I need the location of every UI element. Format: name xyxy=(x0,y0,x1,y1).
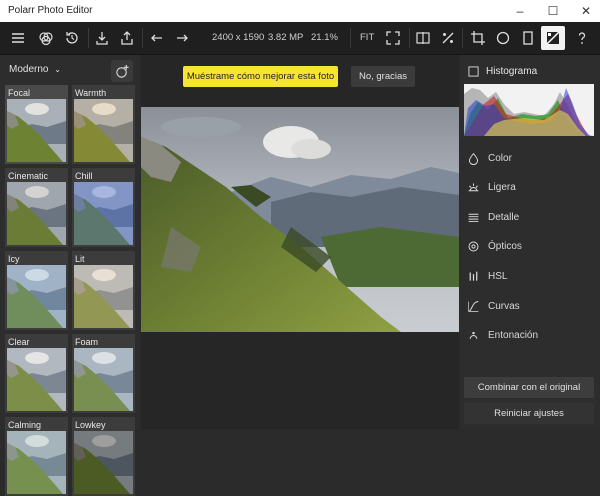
preset-preview-image xyxy=(74,99,133,162)
preset-label: Chill xyxy=(75,171,93,181)
zoom-level: 21.1% xyxy=(311,32,338,43)
toolbar-separator xyxy=(142,28,143,48)
title-bar: Polarr Photo Editor – ☐ ✕ xyxy=(0,0,600,22)
preset-label: Clear xyxy=(8,337,30,347)
share-icon[interactable] xyxy=(115,26,139,50)
fullscreen-icon[interactable] xyxy=(381,26,405,50)
improve-photo-button[interactable]: Muéstrame cómo mejorar esta foto xyxy=(183,66,338,87)
adjustment-ligera[interactable]: Ligera xyxy=(466,179,596,197)
circle-mask-icon[interactable] xyxy=(491,26,515,50)
toolbar: 2400 x 1590 3.82 MP 21.1% FIT xyxy=(0,22,600,55)
preset-preview-image xyxy=(7,182,66,245)
adjustment-entonacion[interactable]: Entonación xyxy=(466,327,596,345)
undo-icon[interactable] xyxy=(145,26,169,50)
toolbar-separator xyxy=(88,28,89,48)
preset-thumb-focal[interactable]: Focal xyxy=(5,85,68,164)
redo-icon[interactable] xyxy=(170,26,194,50)
close-button[interactable]: ✕ xyxy=(566,0,600,22)
preset-thumb-warmth[interactable]: Warmth xyxy=(72,85,135,164)
dismiss-hint-button[interactable]: No, gracias xyxy=(351,66,415,87)
preset-thumb-foam[interactable]: Foam xyxy=(72,334,135,413)
adjustment-label: Ligera xyxy=(488,182,516,194)
histogram-chart xyxy=(464,84,594,136)
preset-label: Foam xyxy=(75,337,99,347)
preset-thumb-cinematic[interactable]: Cinematic xyxy=(5,168,68,247)
preset-thumb-icy[interactable]: Icy xyxy=(5,251,68,330)
bars-icon xyxy=(466,269,480,283)
preset-group-dropdown[interactable]: Moderno ⌄ xyxy=(9,64,61,75)
adjustment-label: Color xyxy=(488,152,512,164)
histogram-icon xyxy=(468,66,479,80)
adjustment-label: Curvas xyxy=(488,300,520,312)
adjustment-opticos[interactable]: Ópticos xyxy=(466,238,596,256)
toolbar-separator xyxy=(409,28,410,48)
adjustments-panel: Histograma Color Ligera Detalle Ópticos HSL C… xyxy=(460,55,600,429)
preset-preview-image xyxy=(7,99,66,162)
adjustment-color[interactable]: Color xyxy=(466,149,596,167)
preset-thumb-clear[interactable]: Clear xyxy=(5,334,68,413)
adjustment-curvas[interactable]: Curvas xyxy=(466,297,596,315)
preset-preview-image xyxy=(74,182,133,245)
adjustment-label: HSL xyxy=(488,270,508,282)
preset-preview-image xyxy=(7,265,66,328)
compare-icon[interactable] xyxy=(411,26,435,50)
adjustment-label: Entonación xyxy=(488,330,539,342)
layers-icon[interactable] xyxy=(34,26,58,50)
preset-label: Lit xyxy=(75,254,85,264)
filters-icon[interactable] xyxy=(541,26,565,50)
preset-label: Cinematic xyxy=(8,171,49,181)
preset-thumb-chill[interactable]: Chill xyxy=(72,168,135,247)
chevron-down-icon: ⌄ xyxy=(54,65,61,74)
add-preset-icon xyxy=(115,64,129,78)
preset-label: Icy xyxy=(8,254,20,264)
sunrise-icon xyxy=(466,181,480,195)
preset-preview-image xyxy=(74,431,133,494)
photo-canvas[interactable] xyxy=(141,107,459,332)
lens-icon xyxy=(466,240,480,254)
preset-preview-image xyxy=(74,348,133,411)
adjustment-hsl[interactable]: HSL xyxy=(466,267,596,285)
adjustment-detalle[interactable]: Detalle xyxy=(466,208,596,226)
history-icon[interactable] xyxy=(60,26,84,50)
square-mask-icon[interactable] xyxy=(516,26,540,50)
preset-thumb-lit[interactable]: Lit xyxy=(72,251,135,330)
percent-icon[interactable] xyxy=(436,26,460,50)
preset-preview-image xyxy=(74,265,133,328)
preset-label: Focal xyxy=(8,88,31,98)
fit-button[interactable]: FIT xyxy=(360,32,374,43)
preset-preview-image xyxy=(7,431,66,494)
toolbar-separator xyxy=(462,28,463,48)
add-preset-button[interactable] xyxy=(111,60,133,82)
download-icon[interactable] xyxy=(90,26,114,50)
histogram-title: Histograma xyxy=(486,66,538,77)
preset-preview-image xyxy=(7,348,66,411)
adjustment-label: Detalle xyxy=(488,211,520,223)
lines-icon xyxy=(466,210,480,224)
crop-icon[interactable] xyxy=(466,26,490,50)
image-megapixels: 3.82 MP xyxy=(268,32,304,43)
reset-adjustments-button[interactable]: Reiniciar ajustes xyxy=(464,403,594,424)
help-icon[interactable] xyxy=(570,26,594,50)
image-dimensions: 2400 x 1590 xyxy=(212,32,265,43)
canvas-area: Muéstrame cómo mejorar esta foto No, gra… xyxy=(141,55,459,429)
mountain-photo xyxy=(141,107,459,332)
toolbar-separator xyxy=(350,28,351,48)
curve-icon xyxy=(466,299,480,313)
toning-icon xyxy=(466,329,480,343)
adjustment-label: Ópticos xyxy=(488,241,522,253)
preset-group-label: Moderno xyxy=(9,64,49,75)
presets-panel: Moderno ⌄ Focal Warmth Cinematic Chill Icy Li… xyxy=(0,55,140,496)
combine-original-button[interactable]: Combinar con el original xyxy=(464,377,594,398)
preset-label: Warmth xyxy=(75,88,107,98)
window-title: Polarr Photo Editor xyxy=(8,5,93,16)
menu-icon[interactable] xyxy=(6,26,30,50)
droplet-icon xyxy=(466,151,480,165)
